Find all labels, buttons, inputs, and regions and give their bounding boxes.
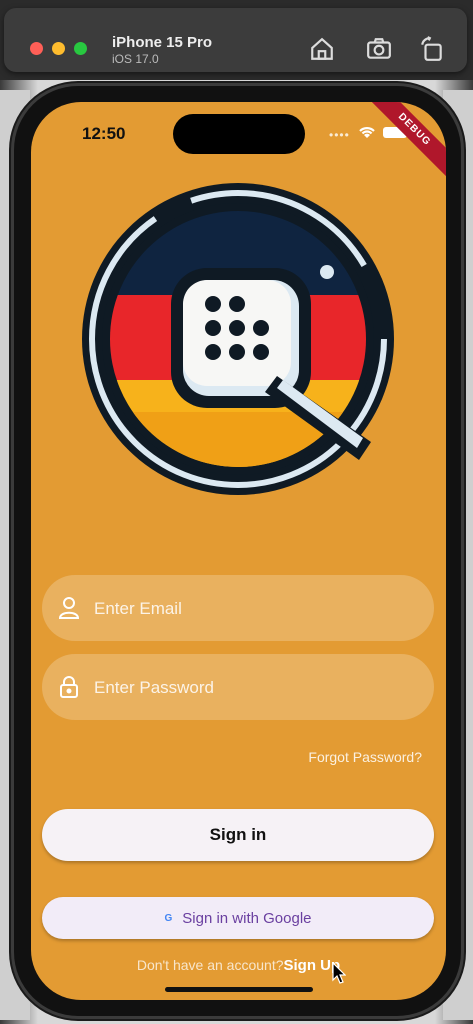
dynamic-island: [173, 114, 305, 154]
home-indicator[interactable]: [165, 987, 313, 992]
google-sign-in-label: Sign in with Google: [182, 909, 312, 927]
mouse-cursor-icon: [332, 962, 346, 984]
sign-in-button[interactable]: Sign in: [42, 809, 434, 861]
zoom-window-button[interactable]: [74, 42, 87, 55]
status-time: 12:50: [82, 124, 126, 143]
password-input[interactable]: [92, 654, 416, 722]
forgot-password-link[interactable]: Forgot Password?: [308, 749, 422, 765]
close-window-button[interactable]: [30, 42, 43, 55]
person-icon: [58, 597, 80, 619]
email-input[interactable]: [92, 575, 416, 643]
device-name: iPhone 15 Pro: [112, 34, 213, 51]
google-icon: G: [164, 912, 173, 924]
screenshot-icon[interactable]: [366, 36, 392, 62]
rotate-icon[interactable]: [419, 36, 445, 62]
app-logo: [82, 183, 394, 495]
app-screen: 12:50 •••• DEBUG Enter Email Forgot Pass…: [31, 102, 446, 1000]
wifi-icon: [359, 127, 375, 138]
simulator-toolbar: iPhone 15 Pro iOS 17.0: [4, 8, 467, 72]
password-field[interactable]: [42, 654, 434, 722]
google-sign-in-button[interactable]: G Sign in with Google: [42, 897, 434, 939]
sign-up-prompt: Don't have an account?Sign Up: [31, 957, 446, 974]
signal-icon: ••••: [329, 128, 350, 142]
no-account-text: Don't have an account?: [136, 957, 284, 973]
os-version: iOS 17.0: [112, 52, 159, 66]
email-field[interactable]: [42, 575, 434, 643]
home-icon[interactable]: [309, 36, 335, 62]
sign-in-label: Sign in: [209, 825, 267, 844]
minimize-window-button[interactable]: [52, 42, 65, 55]
lock-icon: [60, 676, 78, 698]
